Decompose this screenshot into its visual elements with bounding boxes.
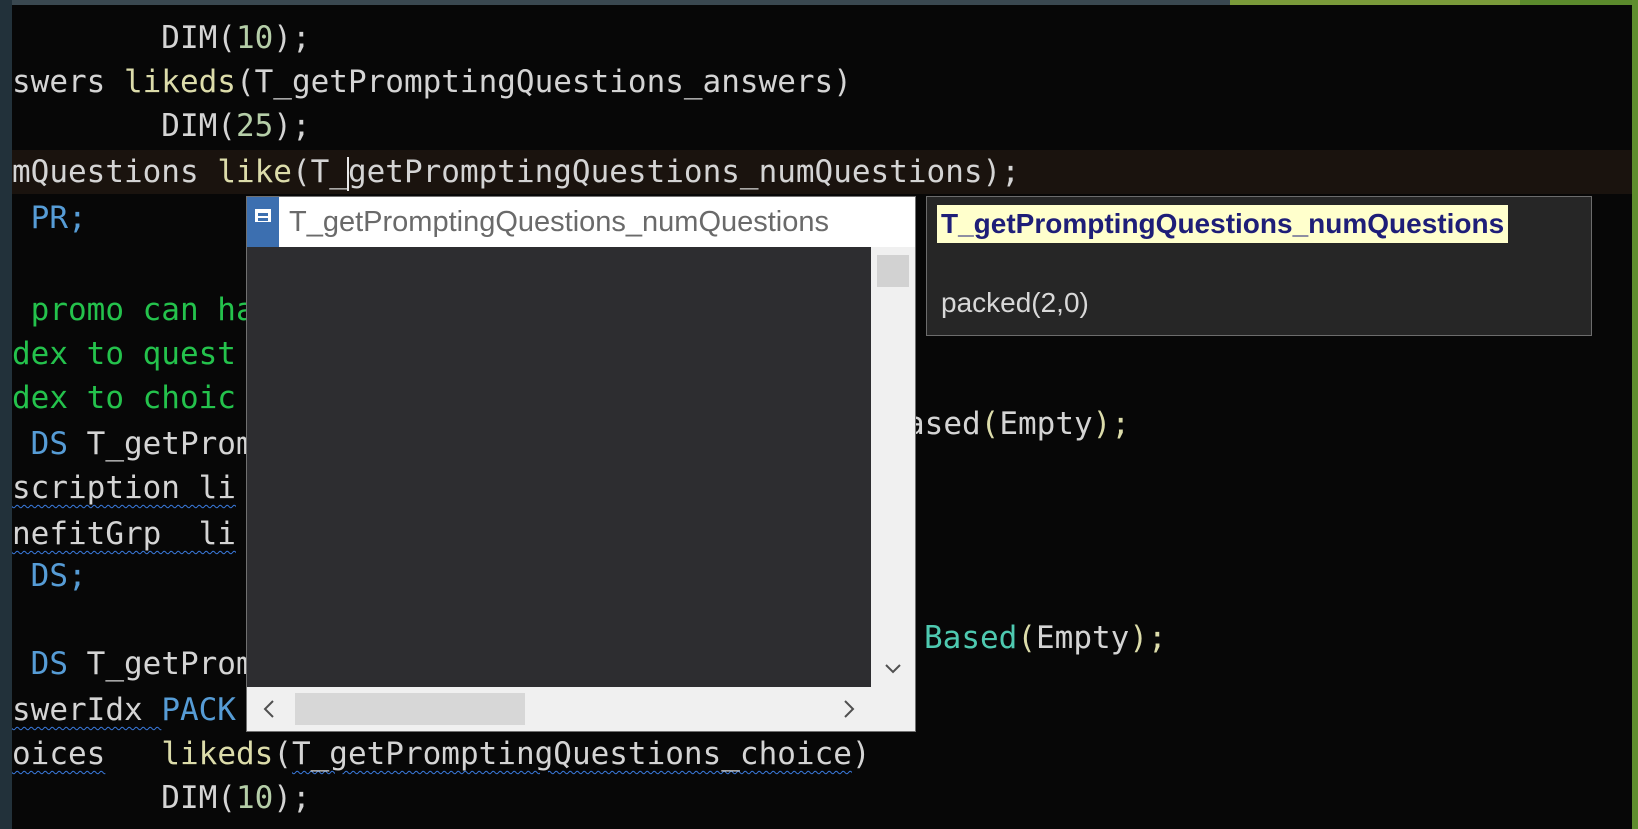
code-token: PR; [12,200,87,236]
code-token: T_getPromptingQuestions_choice [291,736,852,772]
code-token: oices [12,736,106,772]
code-fragment-line9: ased(Empty); [906,402,1130,446]
quickinfo-tooltip: T_getPromptingQuestions_numQuestions pac… [926,196,1592,336]
tooltip-symbol-type: packed(2,0) [941,287,1089,318]
right-accent-stripe [1632,0,1638,829]
code-token: DS [12,646,87,682]
code-token: ) [851,736,871,772]
code-token: DIM( [12,20,236,56]
code-line: DIM(25); [12,104,311,148]
code-token: 25 [235,108,274,144]
code-line: dex to choic [12,376,236,420]
scroll-left-arrow-icon[interactable] [247,687,291,731]
accent-band [1230,0,1520,5]
code-line: oices likeds(T_getPromptingQuestions_cho… [12,732,871,776]
code-line: dex to quest [12,332,236,376]
code-line: nefitGrp li [12,512,236,556]
code-token: Empty [1036,620,1130,656]
code-token: ( [1017,620,1036,656]
code-token: PACK [161,692,236,728]
code-token: dex to choic [12,380,236,416]
code-token: getPromptingQuestions_numQuestions); [347,154,1020,190]
code-token: dex to quest [12,336,236,372]
code-token: DS; [12,558,87,594]
code-token: ased [906,406,981,442]
scroll-right-arrow-icon[interactable] [827,687,871,731]
code-token: ); [273,780,311,816]
autocomplete-item[interactable]: T_getPromptingQuestions_numQuestions [247,197,915,247]
code-token: like [217,154,292,190]
code-line: swers likeds(T_getPromptingQuestions_ans… [12,60,852,104]
code-token: ); [1092,406,1130,442]
code-token: Based [924,620,1018,656]
code-token: ( [980,406,1000,442]
code-token: T_getProm [86,426,255,462]
code-token: ); [273,108,311,144]
code-line: promo can ha [12,288,255,332]
field-icon [247,197,279,247]
autocomplete-popup[interactable]: T_getPromptingQuestions_numQuestions [246,196,916,732]
scroll-down-arrow-icon[interactable] [871,651,915,687]
tooltip-symbol-name: T_getPromptingQuestions_numQuestions [937,205,1509,243]
code-fragment-line14: Based(Empty); [924,616,1167,660]
code-token: ); [273,20,311,56]
code-token: DIM( [12,780,236,816]
code-token: 10 [235,20,274,56]
code-token: DIM( [12,108,236,144]
code-line: DIM(10); [12,776,311,820]
autocomplete-item-label: T_getPromptingQuestions_numQuestions [289,205,830,238]
vertical-scroll-thumb[interactable] [877,255,909,287]
code-token: 10 [235,780,274,816]
accent-band-right [1520,0,1638,5]
code-line: DS T_getProm [12,642,255,686]
code-token: scription li [12,470,236,506]
code-token: nefitGrp li [12,516,236,552]
code-token: promo can ha [12,292,255,328]
code-line: swerIdx PACK [12,688,236,732]
horizontal-scroll-thumb[interactable] [295,693,525,725]
code-token: swers [12,64,124,100]
code-line: mQuestions like(T_getPromptingQuestions_… [12,150,1020,194]
code-token: ); [1129,620,1167,656]
vertical-scrollbar[interactable] [871,247,915,687]
code-token: (T_ [291,154,348,190]
code-token: (T_getPromptingQuestions_answers) [235,64,852,100]
editor-top-band [12,0,1230,5]
code-line: scription li [12,466,236,510]
code-token: likeds [123,64,236,100]
code-token: mQuestions [12,154,218,190]
code-token: ( [273,736,292,772]
code-token: Empty [999,406,1093,442]
code-line: DIM(10); [12,16,311,60]
code-token: T_getProm [86,646,255,682]
code-token: swerIdx [12,692,162,728]
code-line: DS T_getProm [12,422,255,466]
horizontal-scrollbar[interactable] [247,687,871,731]
code-line: PR; [12,196,87,240]
code-line: DS; [12,554,87,598]
scrollbar-corner [871,687,915,731]
code-token: likeds [161,736,274,772]
code-token: DS [12,426,87,462]
